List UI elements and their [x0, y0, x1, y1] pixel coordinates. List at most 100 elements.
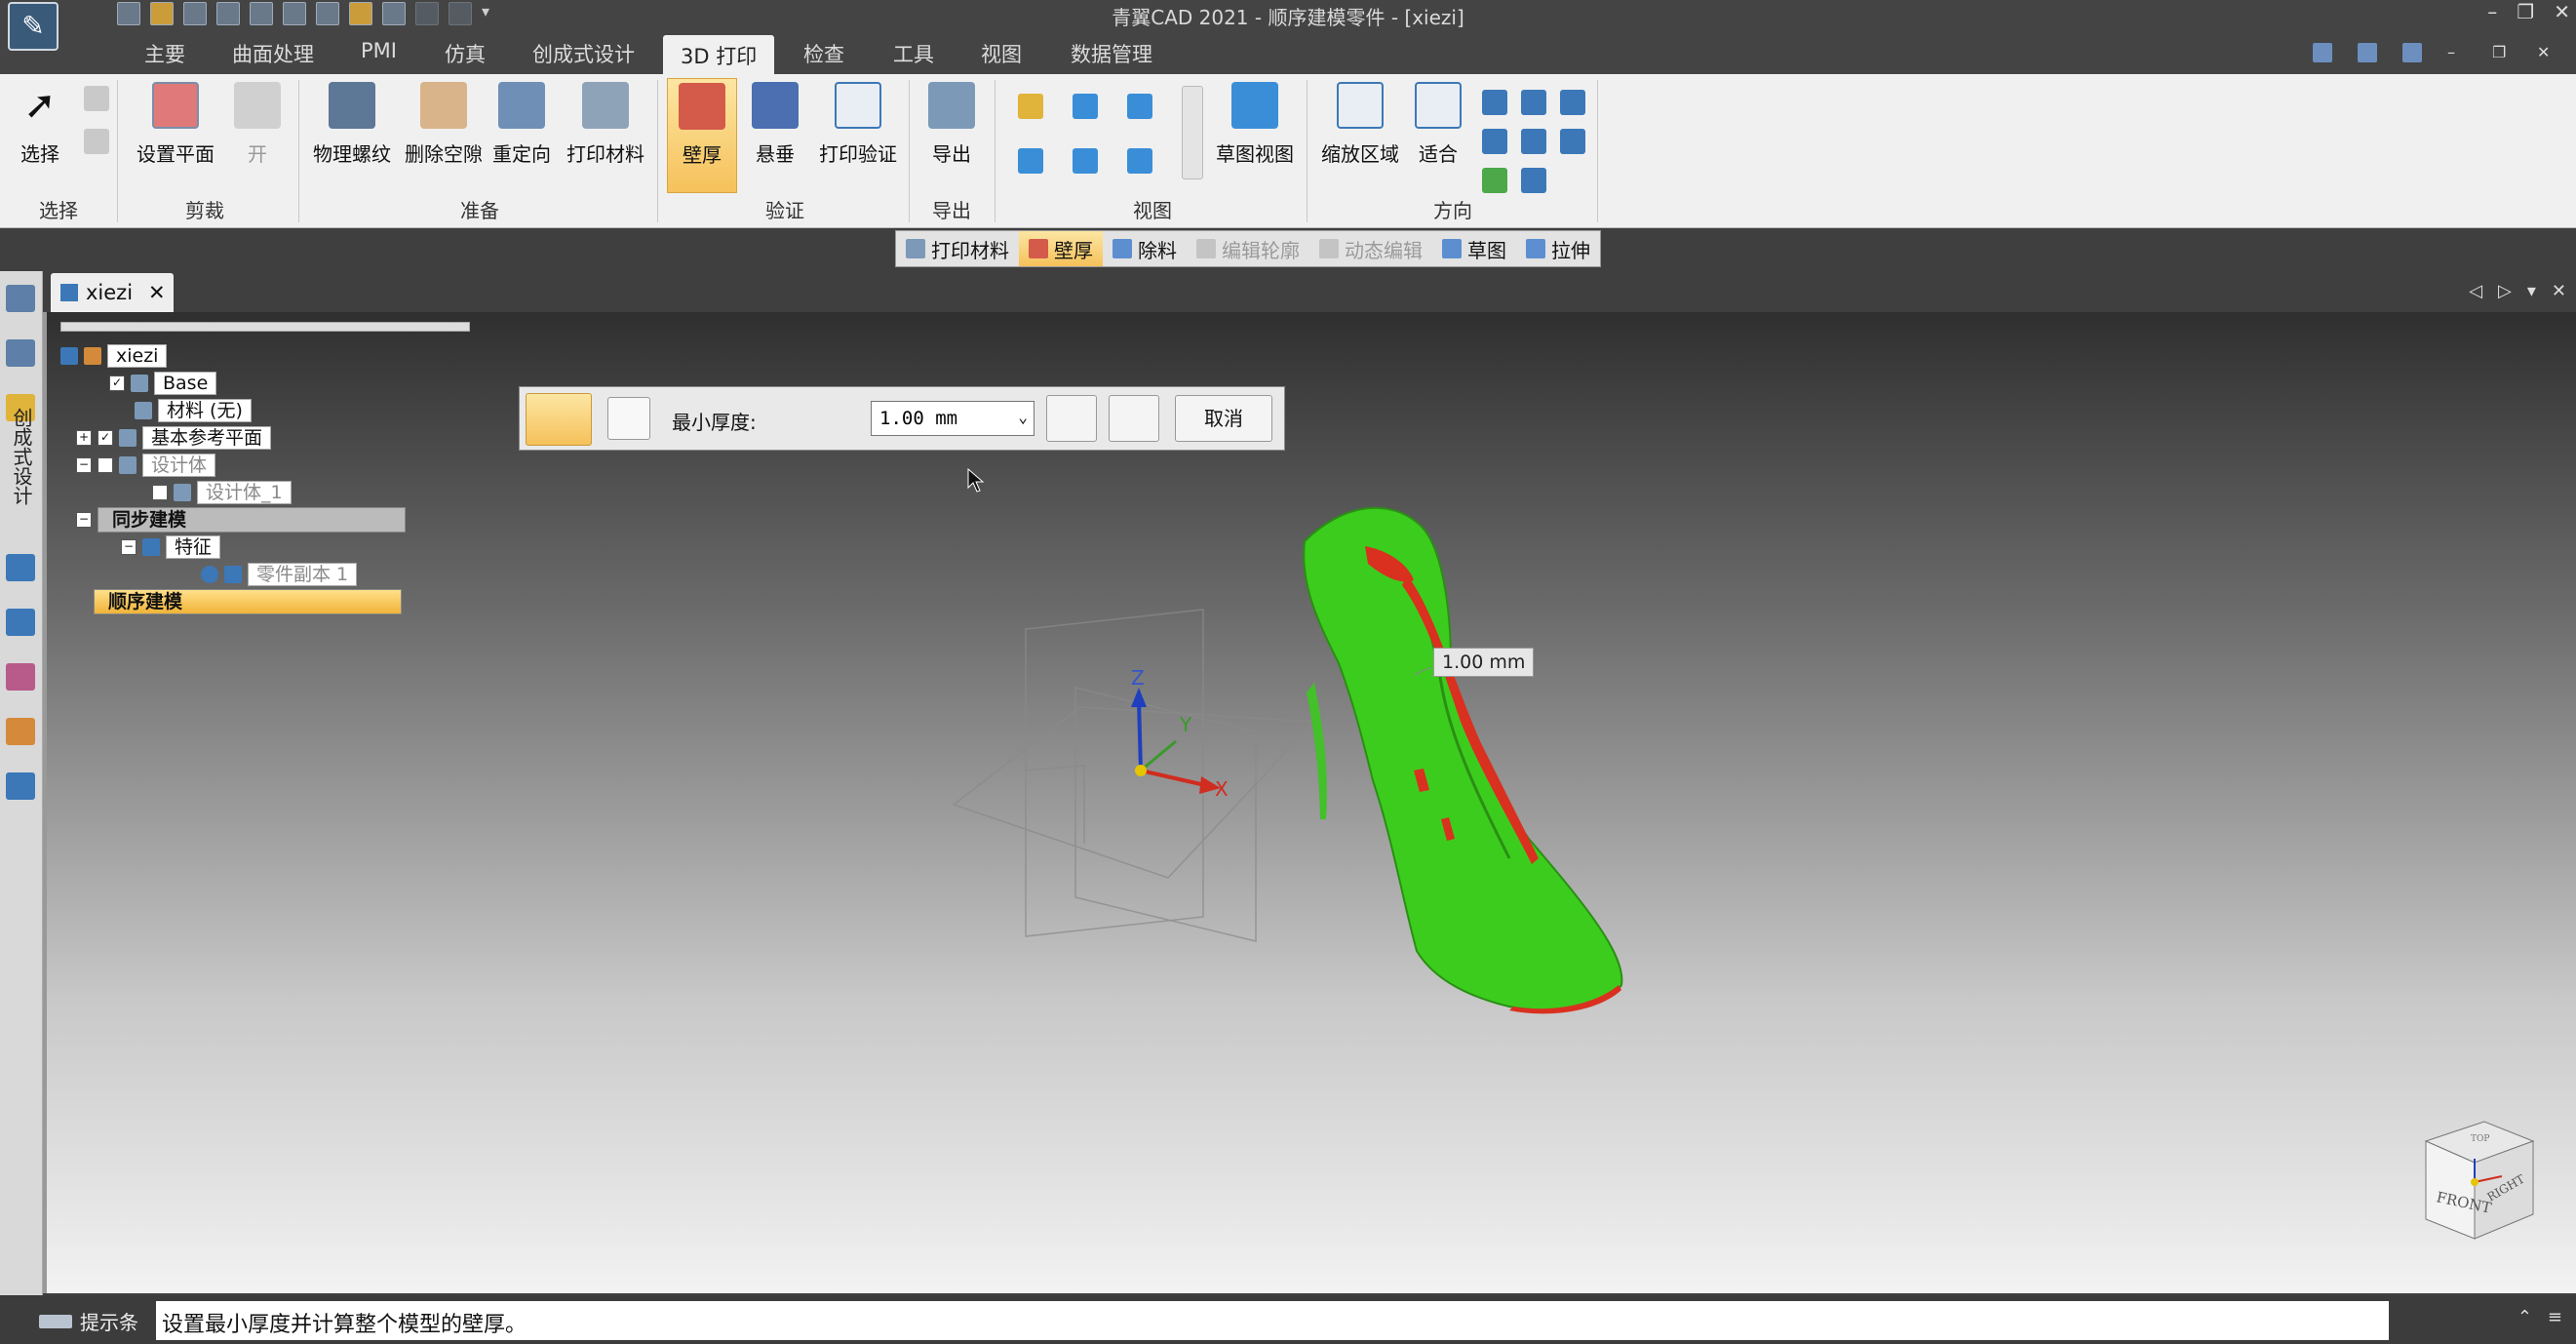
overhang-button[interactable]: 悬垂: [743, 82, 807, 167]
collapse-design-body-button[interactable]: −: [76, 457, 92, 473]
print-material-button[interactable]: 打印材料: [560, 82, 651, 167]
view-bottom-icon[interactable]: [1073, 148, 1098, 174]
wall-thickness-step-icon[interactable]: [526, 393, 592, 446]
view-cube[interactable]: FRONT RIGHT TOP: [2406, 1112, 2553, 1258]
tree-item-design-body[interactable]: − 设计体: [76, 453, 216, 478]
view-gallery-scroll[interactable]: [1182, 86, 1203, 179]
reorient-button[interactable]: 重定向: [489, 82, 554, 167]
tab-simulation[interactable]: 仿真: [445, 39, 486, 68]
document-tab-xiezi[interactable]: xiezi ✕: [51, 273, 174, 312]
tree-item-sync-modeling[interactable]: − 同步建模: [76, 507, 406, 533]
zoom-icon[interactable]: [1482, 90, 1507, 115]
zoom-area-button[interactable]: 缩放区域: [1316, 82, 1404, 167]
tab-next-button[interactable]: ▷: [2498, 281, 2512, 301]
cmd-wall-thickness[interactable]: 壁厚: [1019, 231, 1103, 266]
pan-icon[interactable]: [1521, 90, 1546, 115]
tree-item-ref-planes[interactable]: + ✓ 基本参考平面: [76, 425, 272, 451]
app-logo-icon[interactable]: ✎: [8, 2, 59, 51]
doc-close-icon[interactable]: ✕: [2537, 43, 2556, 62]
remove-voids-button[interactable]: 删除空隙: [400, 82, 488, 167]
tab-list-button[interactable]: ▾: [2527, 281, 2536, 301]
view-back-icon[interactable]: [1127, 148, 1152, 174]
zoom-in-icon[interactable]: [1482, 129, 1507, 154]
help-icon[interactable]: [2402, 43, 2422, 62]
set-plane-button[interactable]: 设置平面: [127, 82, 224, 167]
previous-view-icon[interactable]: [1560, 90, 1585, 115]
close-tab-icon[interactable]: ✕: [148, 281, 166, 304]
tab-view[interactable]: 视图: [981, 39, 1022, 68]
collapse-features-button[interactable]: −: [121, 539, 137, 555]
pathfinder-tab-icon[interactable]: [6, 339, 35, 367]
preview-button[interactable]: [1109, 395, 1159, 442]
fit-button[interactable]: 适合: [1410, 82, 1466, 167]
physical-thread-button[interactable]: 物理螺纹: [308, 82, 396, 167]
minimize-button[interactable]: –: [2487, 0, 2497, 23]
cmd-edit-profile[interactable]: 编辑轮廓: [1187, 231, 1309, 266]
base-checkbox[interactable]: ✓: [109, 376, 125, 391]
open-button[interactable]: 开: [230, 82, 285, 167]
compute-button[interactable]: [1046, 395, 1097, 442]
cancel-button[interactable]: 取消: [1175, 395, 1272, 442]
view-right-icon[interactable]: [1127, 94, 1152, 119]
graphics-viewport[interactable]: Z Y X xiezi ✓ Base 材料 (无) + ✓ 基本参考平面 − 设…: [43, 312, 2576, 1293]
select-button[interactable]: ➚ 选择: [10, 82, 70, 167]
doc-restore-icon[interactable]: ❐: [2492, 43, 2512, 62]
tab-main[interactable]: 主要: [144, 39, 185, 68]
tab-data-management[interactable]: 数据管理: [1071, 39, 1152, 68]
tree-item-base[interactable]: ✓ Base: [109, 371, 217, 396]
tab-close-all-button[interactable]: ✕: [2552, 281, 2566, 301]
sketch-view-button[interactable]: 草图视图: [1209, 82, 1301, 167]
restore-button[interactable]: ❐: [2517, 0, 2534, 23]
generative-design-panel-tab[interactable]: 创成式设计: [8, 408, 36, 505]
close-button[interactable]: ✕: [2554, 0, 2570, 23]
select-filter-icon[interactable]: [84, 86, 109, 111]
export-button[interactable]: 导出: [917, 82, 987, 167]
cmd-print-material[interactable]: 打印材料: [896, 231, 1019, 266]
status-menu-icon[interactable]: ≡: [2548, 1307, 2562, 1327]
design-body-checkbox[interactable]: [98, 457, 113, 473]
wall-thickness-button[interactable]: 壁厚: [667, 78, 737, 193]
tree-item-part-copy[interactable]: 零件副本 1: [201, 562, 358, 587]
cmd-cutout[interactable]: 除料: [1103, 231, 1187, 266]
expand-ref-planes-button[interactable]: +: [76, 430, 92, 446]
tab-generative-design[interactable]: 创成式设计: [532, 39, 635, 68]
tree-root[interactable]: xiezi: [60, 343, 168, 369]
options-icon[interactable]: [607, 397, 650, 440]
layers-icon[interactable]: [6, 554, 35, 581]
view-iso-icon[interactable]: [1018, 148, 1043, 174]
view-front-icon[interactable]: [1073, 94, 1098, 119]
collapse-sync-button[interactable]: −: [76, 512, 92, 528]
docking-icon[interactable]: [6, 285, 35, 312]
layout-icon[interactable]: [2313, 43, 2332, 62]
appearance-icon[interactable]: [6, 663, 35, 691]
rotate-icon[interactable]: [1521, 129, 1546, 154]
shoe-model[interactable]: [1303, 506, 1623, 1014]
named-view-icon[interactable]: [1521, 168, 1546, 193]
settings-icon[interactable]: [6, 772, 35, 800]
tab-tools[interactable]: 工具: [893, 39, 934, 68]
options-icon[interactable]: [2358, 43, 2377, 62]
library-icon[interactable]: [6, 609, 35, 636]
select-mode-icon[interactable]: [84, 129, 109, 154]
tree-item-design-body-1[interactable]: 设计体_1: [152, 480, 292, 505]
spin-icon[interactable]: [1560, 129, 1585, 154]
cmd-extrude[interactable]: 拉伸: [1516, 231, 1600, 266]
tab-3d-print[interactable]: 3D 打印: [663, 35, 775, 74]
ref-planes-checkbox[interactable]: ✓: [98, 430, 113, 446]
doc-minimize-icon[interactable]: –: [2447, 43, 2467, 62]
min-thickness-select[interactable]: 1.00 mm ⌄: [871, 401, 1034, 436]
color-icon[interactable]: [6, 718, 35, 745]
tree-item-material[interactable]: 材料 (无): [135, 398, 252, 423]
cmd-sketch[interactable]: 草图: [1432, 231, 1516, 266]
tab-pmi[interactable]: PMI: [361, 39, 397, 62]
refresh-icon[interactable]: [1482, 168, 1507, 193]
design-body-1-checkbox[interactable]: [152, 485, 168, 500]
tree-item-features[interactable]: − 特征: [121, 534, 221, 560]
tab-prev-button[interactable]: ◁: [2469, 281, 2482, 301]
status-up-icon[interactable]: ⌃: [2517, 1307, 2532, 1327]
tab-inspect[interactable]: 检查: [803, 39, 844, 68]
pathfinder-grip[interactable]: [60, 322, 470, 332]
cmd-dynamic-edit[interactable]: 动态编辑: [1309, 231, 1432, 266]
tab-surfacing[interactable]: 曲面处理: [232, 39, 314, 68]
view-top-icon[interactable]: [1018, 94, 1043, 119]
